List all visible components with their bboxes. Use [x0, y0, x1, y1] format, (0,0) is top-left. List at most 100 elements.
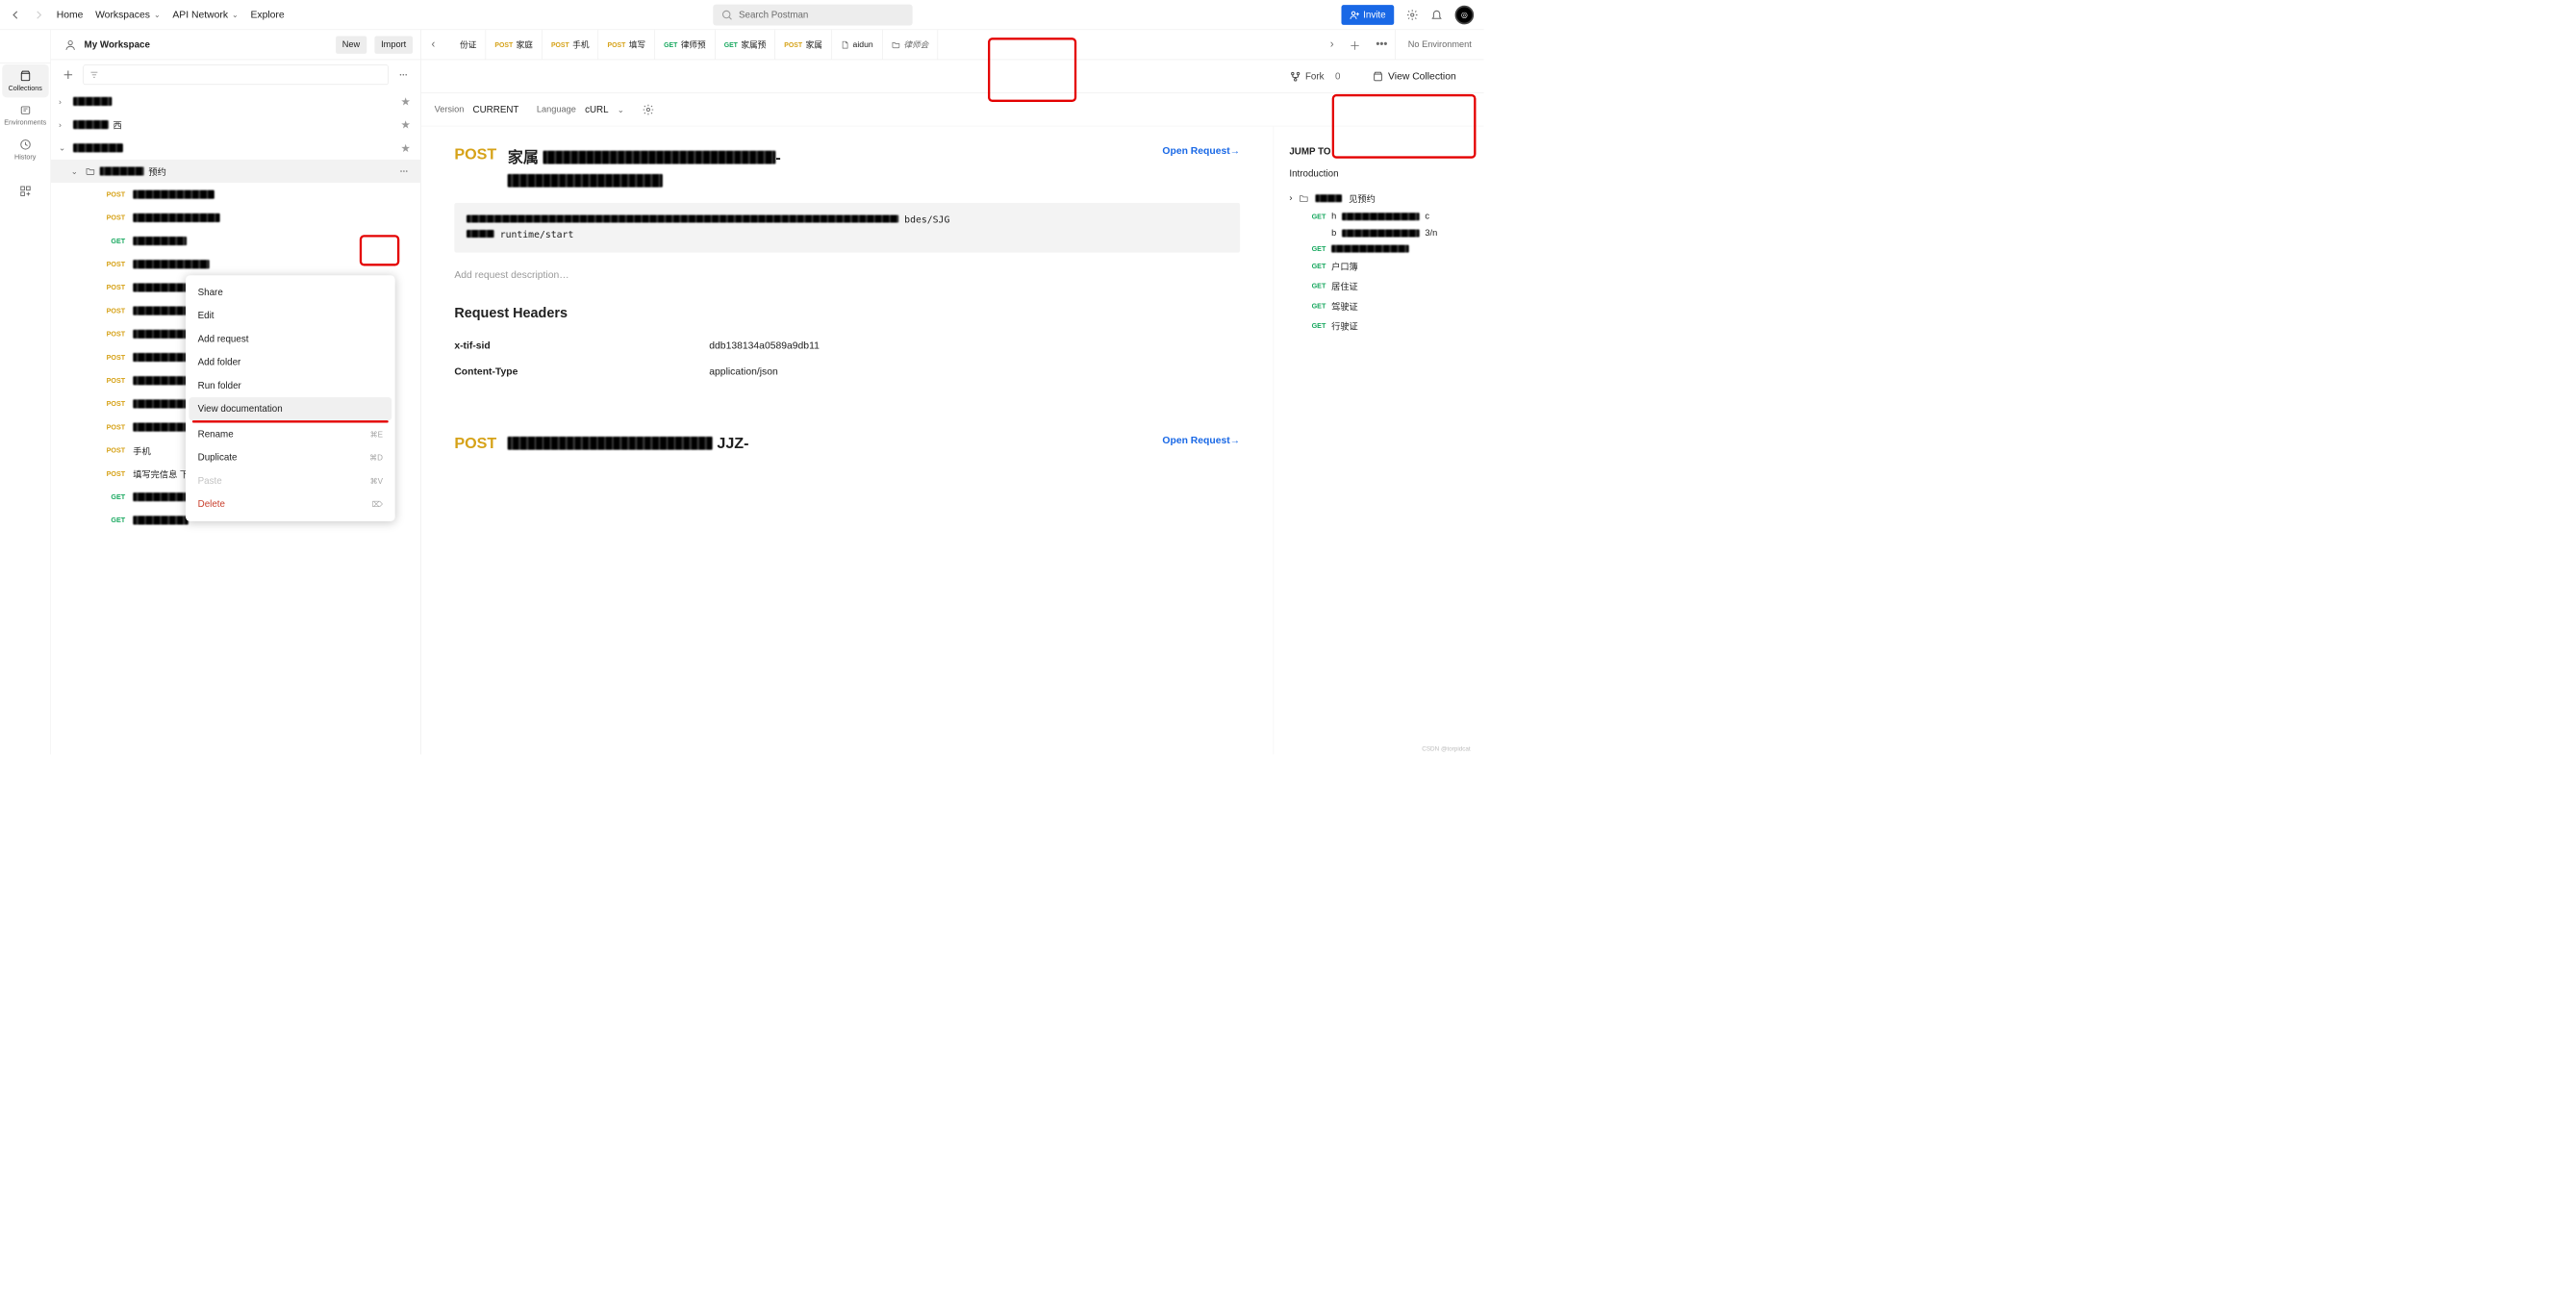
search-icon	[721, 9, 734, 21]
tab-scroll-left[interactable]: ‹	[421, 30, 445, 60]
menu-share[interactable]: Share	[186, 281, 395, 304]
chevron-down-icon: ⌄	[71, 166, 81, 176]
workspace-name: My Workspace	[85, 39, 328, 51]
request-row[interactable]: POST	[51, 206, 420, 229]
collection-tools	[51, 60, 420, 89]
chevron-down-icon: ⌄	[232, 10, 239, 19]
jump-item[interactable]: GET居住证	[1274, 276, 1483, 296]
chevron-down-icon: ⌄	[59, 143, 68, 153]
header-row: Content-Typeapplication/json	[454, 359, 1240, 385]
collection-row[interactable]: › 西 ★	[51, 113, 420, 137]
avatar[interactable]: ◎	[1455, 5, 1475, 24]
api-network-dropdown[interactable]: API Network⌄	[172, 9, 238, 20]
menu-run-folder[interactable]: Run folder	[186, 374, 395, 397]
import-button[interactable]: Import	[374, 36, 413, 53]
new-button[interactable]: New	[336, 36, 366, 53]
collection-row[interactable]: ⌄ ★	[51, 137, 420, 160]
tab[interactable]: POST家庭	[486, 30, 543, 60]
jump-item[interactable]: GET行驶证	[1274, 315, 1483, 336]
chevron-right-icon: ›	[1289, 193, 1292, 203]
menu-rename[interactable]: Rename⌘E	[186, 422, 395, 445]
history-icon	[19, 139, 32, 151]
request-headers-heading: Request Headers	[454, 306, 1240, 322]
menu-add-request[interactable]: Add request	[186, 327, 395, 350]
chevron-down-icon: ⌄	[618, 105, 624, 114]
new-tab-button[interactable]: ＋	[1342, 37, 1369, 53]
tab-scroll-right[interactable]: ›	[1323, 38, 1342, 51]
forward-icon[interactable]	[32, 9, 44, 21]
menu-duplicate[interactable]: Duplicate⌘D	[186, 446, 395, 469]
gear-icon[interactable]	[1406, 9, 1419, 21]
request-row[interactable]: POST	[51, 253, 420, 276]
rail-environments[interactable]: Environments	[2, 99, 48, 133]
environment-selector[interactable]: No Environment	[1396, 30, 1484, 60]
rail-add[interactable]	[2, 180, 48, 203]
more-options-icon[interactable]	[394, 69, 414, 81]
invite-button[interactable]: Invite	[1342, 5, 1395, 25]
tab[interactable]: POST填写	[598, 30, 655, 60]
watermark: CSDN @torpidcat	[1422, 745, 1470, 752]
request-row[interactable]: GET	[51, 229, 420, 252]
star-icon[interactable]: ★	[400, 141, 410, 155]
folder-icon	[1299, 193, 1308, 203]
request-url[interactable]: bdes/SJG runtime/start	[454, 203, 1240, 253]
more-icon[interactable]	[398, 165, 410, 177]
jump-to-panel: JUMP TO Introduction › 见预约 GEThcb3/nGETG…	[1274, 126, 1484, 754]
options-bar: Version CURRENT Language cURL ⌄	[421, 93, 1484, 127]
jump-item[interactable]: b3/n	[1274, 225, 1483, 241]
jump-item[interactable]: GET驾驶证	[1274, 296, 1483, 316]
bell-icon[interactable]	[1430, 9, 1443, 21]
explore-link[interactable]: Explore	[250, 9, 284, 20]
invite-icon	[1350, 10, 1359, 19]
tab[interactable]: POST手机	[543, 30, 599, 60]
collection-row[interactable]: › ★	[51, 89, 420, 113]
tab[interactable]: GET家属预	[715, 30, 775, 60]
jump-item[interactable]: GET户口簿	[1274, 256, 1483, 276]
view-collection-button[interactable]: View Collection	[1373, 70, 1456, 82]
request-heading: POST JJZ- Open Request→	[454, 435, 1240, 452]
menu-delete[interactable]: Delete⌦	[186, 492, 395, 516]
search-input[interactable]: Search Postman	[713, 4, 912, 25]
back-icon[interactable]	[10, 9, 22, 21]
fork-icon	[1290, 70, 1301, 82]
tab[interactable]: aidun	[832, 30, 883, 60]
description-placeholder[interactable]: Add request description…	[454, 269, 1240, 281]
workspaces-dropdown[interactable]: Workspaces⌄	[95, 9, 161, 20]
filter-input[interactable]	[83, 64, 388, 85]
tab-options-icon[interactable]: •••	[1368, 38, 1395, 51]
person-icon	[64, 38, 77, 51]
tab[interactable]: 份证	[451, 30, 486, 60]
menu-add-folder[interactable]: Add folder	[186, 351, 395, 374]
settings-icon[interactable]	[642, 103, 654, 115]
tab[interactable]: POST家属	[775, 30, 832, 60]
workspace-header: My Workspace New Import	[51, 30, 420, 60]
sub-header: Fork 0 View Collection	[421, 60, 1484, 93]
star-icon[interactable]: ★	[400, 117, 410, 131]
request-heading: POST 家属 - Open Request→	[454, 145, 1240, 189]
tab[interactable]: GET律师预	[655, 30, 716, 60]
jump-item[interactable]: GET	[1274, 241, 1483, 256]
open-request-link[interactable]: Open Request→	[1162, 435, 1240, 446]
rail-collections[interactable]: Collections	[2, 64, 48, 98]
folder-row-selected[interactable]: ⌄ 预约	[51, 160, 420, 183]
topbar: Home Workspaces⌄ API Network⌄ Explore Se…	[0, 0, 1484, 30]
home-link[interactable]: Home	[57, 9, 84, 20]
collection-icon	[1373, 70, 1384, 82]
jump-introduction[interactable]: Introduction	[1289, 168, 1483, 180]
star-icon[interactable]: ★	[400, 94, 410, 108]
open-request-link[interactable]: Open Request→	[1162, 145, 1240, 157]
fork-control[interactable]: Fork 0	[1290, 70, 1341, 82]
menu-edit[interactable]: Edit	[186, 304, 395, 327]
add-icon[interactable]	[59, 68, 78, 81]
context-menu: Share Edit Add request Add folder Run fo…	[186, 275, 395, 521]
version-selector[interactable]: Version CURRENT	[435, 104, 519, 115]
menu-view-documentation[interactable]: View documentation	[189, 397, 391, 420]
tab[interactable]: 律师会	[882, 30, 938, 60]
folder-icon	[86, 166, 95, 176]
request-row[interactable]: POST	[51, 183, 420, 206]
chevron-down-icon: ⌄	[154, 10, 161, 19]
rail-history[interactable]: History	[2, 133, 48, 166]
jump-folder[interactable]: › 见预约	[1274, 189, 1483, 209]
language-selector[interactable]: Language cURL ⌄	[537, 104, 624, 115]
jump-item[interactable]: GEThc	[1274, 209, 1483, 225]
